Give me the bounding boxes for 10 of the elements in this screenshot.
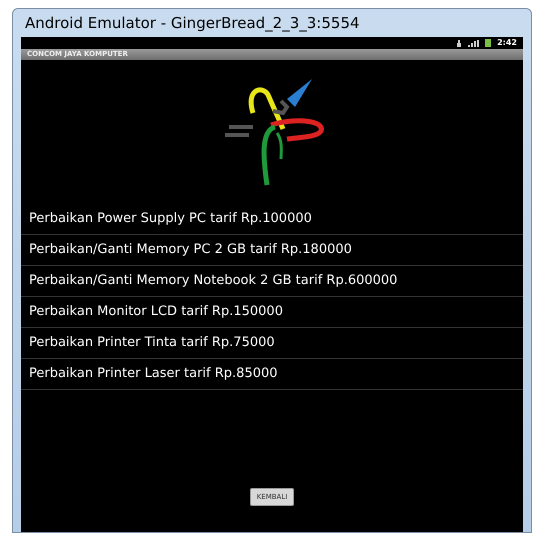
service-item[interactable]: Perbaikan Printer Tinta tarif Rp.75000 [29, 333, 275, 353]
service-item[interactable]: Perbaikan Monitor LCD tarif Rp.150000 [29, 302, 283, 322]
clock-time: 2:42 [497, 39, 517, 47]
battery-icon [485, 39, 492, 47]
service-item[interactable]: Perbaikan/Ganti Memory PC 2 GB tarif Rp.180000 [29, 240, 352, 260]
service-item[interactable]: Perbaikan/Ganti Memory Notebook 2 GB tarif Rp.600000 [29, 271, 398, 291]
service-item[interactable]: Perbaikan Power Supply PC tarif Rp.100000 [29, 209, 312, 229]
signal-icon [468, 40, 480, 46]
window-title: Android Emulator - GingerBread_2_3_3:5554 [25, 12, 360, 34]
service-item[interactable]: Perbaikan Printer Laser tarif Rp.85000 [29, 364, 278, 384]
